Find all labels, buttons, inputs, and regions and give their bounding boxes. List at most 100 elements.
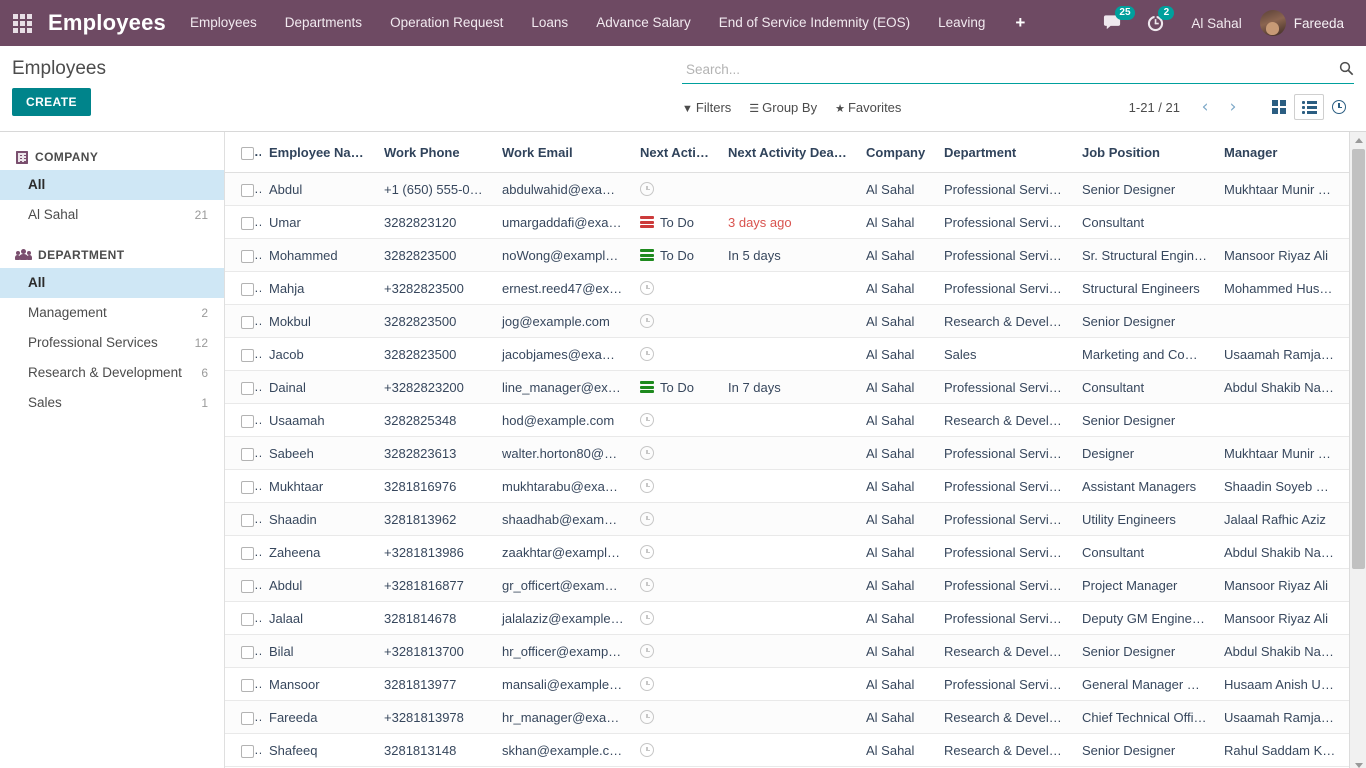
activity-clock-icon[interactable] [640, 677, 654, 691]
row-checkbox[interactable] [241, 480, 254, 494]
app-brand-title[interactable]: Employees [44, 10, 176, 36]
activity-clock-icon[interactable] [640, 479, 654, 493]
column-header-employee-name[interactable]: Employee Name [261, 132, 376, 173]
cell-next-activity[interactable] [632, 601, 720, 635]
select-all-header[interactable] [225, 132, 261, 173]
row-checkbox[interactable] [241, 447, 254, 461]
menu-item-leaving[interactable]: Leaving [924, 0, 999, 46]
table-row[interactable]: Zaheena +3281813986 zaakhtar@example.c... A… [225, 535, 1349, 569]
menu-item-departments[interactable]: Departments [271, 0, 376, 46]
messages-button[interactable]: 25 [1093, 0, 1135, 46]
cell-next-activity[interactable] [632, 469, 720, 503]
row-select-cell[interactable] [225, 634, 261, 668]
activity-clock-icon[interactable] [640, 512, 654, 526]
activity-clock-icon[interactable] [640, 611, 654, 625]
table-row[interactable]: Mansoor 3281813977 mansali@example.co... Al… [225, 667, 1349, 701]
activity-clock-icon[interactable] [640, 413, 654, 427]
cell-next-activity[interactable] [632, 337, 720, 371]
row-select-cell[interactable] [225, 238, 261, 272]
row-select-cell[interactable] [225, 436, 261, 470]
scroll-up-button[interactable] [1350, 132, 1366, 149]
column-header-manager[interactable]: Manager [1216, 132, 1346, 173]
column-header-company[interactable]: Company [858, 132, 936, 173]
activities-button[interactable]: 2 [1136, 0, 1175, 46]
table-row[interactable]: Usaamah 3282825348 hod@example.com Al Sahal… [225, 403, 1349, 437]
row-select-cell[interactable] [225, 568, 261, 602]
search-icon[interactable] [1333, 61, 1354, 80]
table-row[interactable]: Mahja +3282823500 ernest.reed47@exam... Al … [225, 271, 1349, 305]
column-header-work-email[interactable]: Work Email [494, 132, 632, 173]
row-checkbox[interactable] [241, 678, 254, 692]
column-header-next-activity[interactable]: Next Activity [632, 132, 720, 173]
activity-clock-icon[interactable] [640, 347, 654, 361]
activity-clock-icon[interactable] [640, 644, 654, 658]
activity-clock-icon[interactable] [640, 710, 654, 724]
view-activity-button[interactable] [1324, 94, 1354, 120]
table-row[interactable]: Mokbul 3282823500 jog@example.com Al Sahal R… [225, 304, 1349, 338]
table-row[interactable]: Jalaal 3281814678 jalalaziz@example.c... Al… [225, 601, 1349, 635]
select-all-checkbox[interactable] [241, 146, 254, 160]
pager-previous-button[interactable]: ‹ [1192, 97, 1218, 117]
activity-clock-icon[interactable] [640, 578, 654, 592]
row-checkbox[interactable] [241, 546, 254, 560]
table-row[interactable]: Shafeeq 3281813148 skhan@example.com Al Sah… [225, 733, 1349, 767]
vertical-scrollbar[interactable] [1349, 132, 1366, 768]
row-select-cell[interactable] [225, 667, 261, 701]
activity-clock-icon[interactable] [640, 446, 654, 460]
table-row[interactable]: Abdul +1 (650) 555-0111 abdulwahid@exampl.… [225, 172, 1349, 206]
row-select-cell[interactable] [225, 172, 261, 206]
cell-next-activity[interactable] [632, 271, 720, 305]
table-row[interactable]: Mukhtaar 3281816976 mukhtarabu@exampl... Al… [225, 469, 1349, 503]
activity-clock-icon[interactable] [640, 182, 654, 196]
table-row[interactable]: Abdul +3281816877 gr_officert@example.... A… [225, 568, 1349, 602]
activity-clock-icon[interactable] [640, 314, 654, 328]
table-row[interactable]: Mohammed 3282823500 noWong@example.c... To … [225, 238, 1349, 272]
row-checkbox[interactable] [241, 579, 254, 593]
favorites-dropdown[interactable]: ★ Favorites [835, 100, 901, 115]
row-checkbox[interactable] [241, 612, 254, 626]
table-row[interactable]: Umar 3282823120 umargaddafi@examp... To Do 3… [225, 205, 1349, 239]
cell-next-activity[interactable] [632, 568, 720, 602]
pager-next-button[interactable]: › [1220, 97, 1246, 117]
table-row[interactable]: Bilal +3281813700 hr_officer@example.... Al… [225, 634, 1349, 668]
activity-planned-icon[interactable] [640, 381, 654, 393]
cell-next-activity[interactable] [632, 304, 720, 338]
cell-next-activity[interactable]: To Do [632, 205, 720, 239]
cell-next-activity[interactable] [632, 172, 720, 206]
group-by-dropdown[interactable]: ☰ Group By [749, 100, 817, 115]
row-checkbox[interactable] [241, 183, 254, 197]
sidebar-item-management[interactable]: Management 2 [0, 298, 224, 328]
user-menu[interactable]: Fareeda [1258, 10, 1350, 36]
sidebar-item-professional-services[interactable]: Professional Services 12 [0, 328, 224, 358]
row-checkbox[interactable] [241, 381, 254, 395]
row-checkbox[interactable] [241, 216, 254, 230]
table-row[interactable]: Shaadin 3281813962 shaadhab@example.... Al … [225, 502, 1349, 536]
cell-next-activity[interactable]: To Do [632, 370, 720, 404]
table-scroll-container[interactable]: Employee Name Work Phone Work Email Next… [225, 132, 1349, 768]
sidebar-item-all[interactable]: All [0, 170, 224, 200]
search-input[interactable] [682, 60, 1333, 80]
row-select-cell[interactable] [225, 337, 261, 371]
row-select-cell[interactable] [225, 535, 261, 569]
activity-planned-icon[interactable] [640, 249, 654, 261]
view-list-button[interactable] [1294, 94, 1324, 120]
row-select-cell[interactable] [225, 205, 261, 239]
row-checkbox[interactable] [241, 282, 254, 296]
row-select-cell[interactable] [225, 271, 261, 305]
row-checkbox[interactable] [241, 249, 254, 263]
add-menu-button[interactable]: + [999, 0, 1041, 46]
cell-next-activity[interactable] [632, 634, 720, 668]
row-select-cell[interactable] [225, 304, 261, 338]
row-select-cell[interactable] [225, 700, 261, 734]
filters-dropdown[interactable]: ▼ Filters [682, 100, 731, 115]
view-kanban-button[interactable] [1264, 94, 1294, 120]
sidebar-item-sales[interactable]: Sales 1 [0, 388, 224, 418]
sidebar-item-all[interactable]: All [0, 268, 224, 298]
row-checkbox[interactable] [241, 711, 254, 725]
sidebar-item-research-development[interactable]: Research & Development 6 [0, 358, 224, 388]
row-select-cell[interactable] [225, 370, 261, 404]
menu-item-loans[interactable]: Loans [517, 0, 582, 46]
activity-overdue-icon[interactable] [640, 216, 654, 228]
row-checkbox[interactable] [241, 414, 254, 428]
cell-next-activity[interactable]: To Do [632, 238, 720, 272]
